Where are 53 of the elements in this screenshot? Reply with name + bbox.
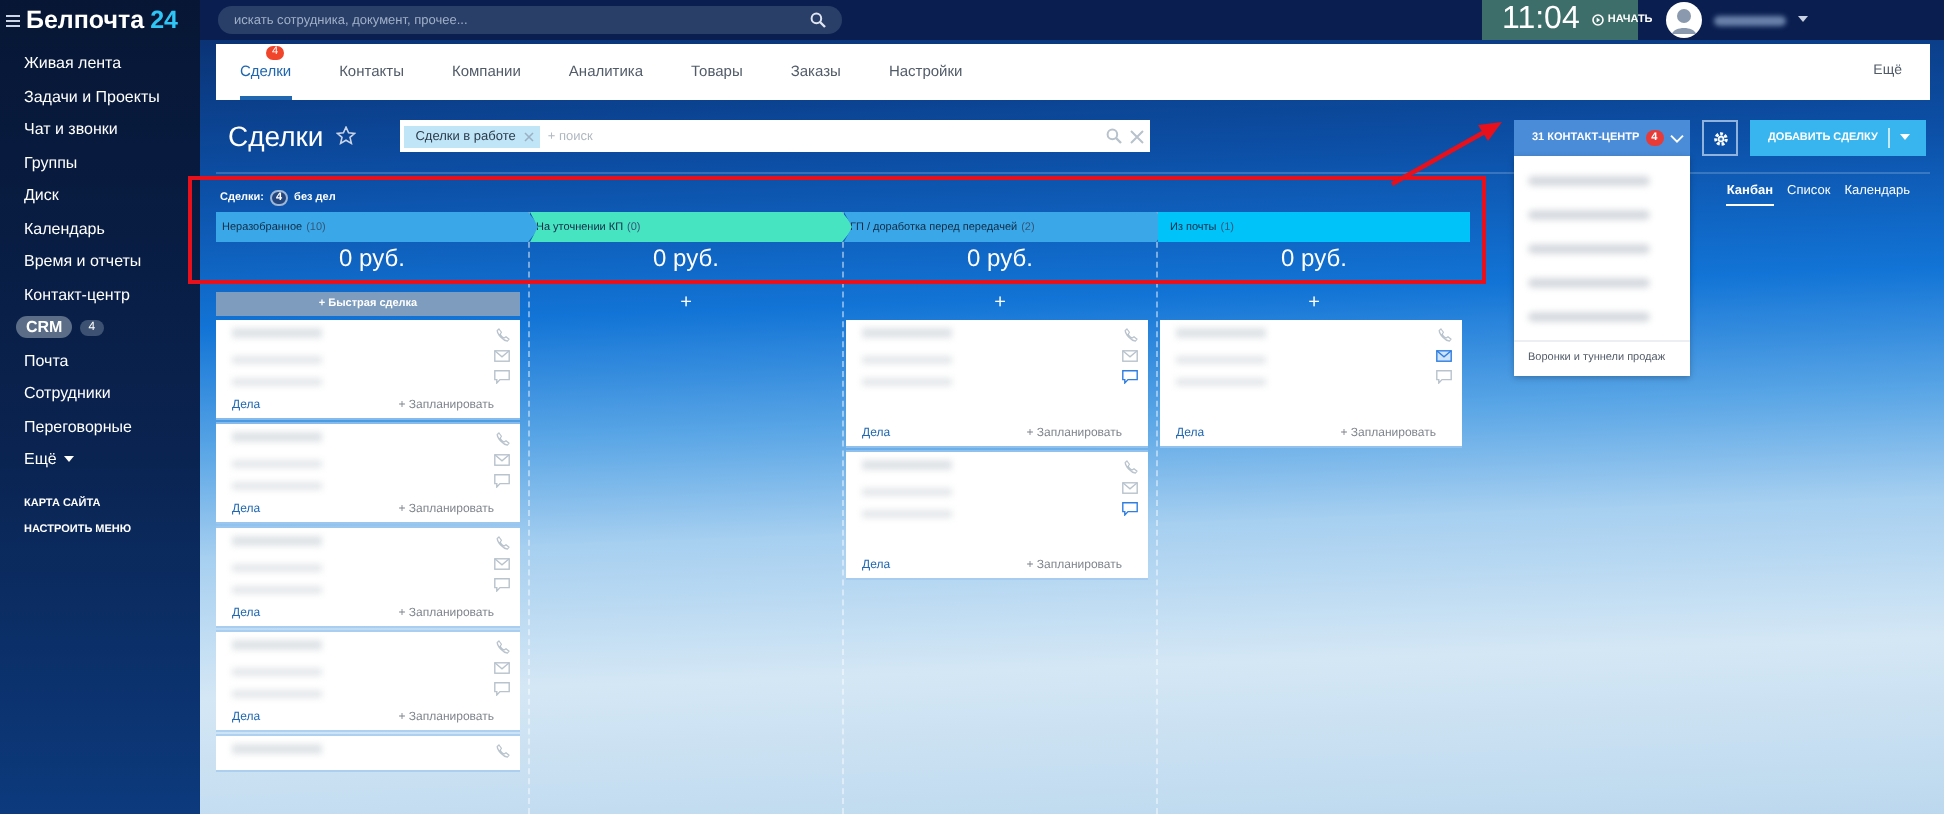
add-button[interactable]: + — [844, 292, 1156, 316]
stage-total: 0 руб. — [1279, 242, 1349, 276]
blurred-menu-item[interactable] — [1528, 312, 1650, 322]
stage-total: 0 руб. — [965, 242, 1035, 276]
caret-icon — [1899, 134, 1910, 142]
play-icon — [1591, 14, 1604, 26]
phone-icon — [1123, 328, 1137, 342]
close-icon — [523, 131, 534, 141]
blurred-name — [1714, 15, 1786, 25]
phone-icon — [495, 640, 509, 654]
sidebar-item[interactable]: Чат и звонки — [24, 120, 118, 138]
sidebar-item[interactable]: Переговорные — [24, 417, 132, 435]
phone-icon — [495, 432, 509, 446]
blurred-menu-item[interactable] — [1528, 244, 1650, 254]
sidebar-item[interactable]: Контакт-центр — [24, 285, 130, 303]
sidebar-item[interactable]: Календарь — [24, 219, 105, 237]
blurred-menu-item[interactable] — [1528, 210, 1650, 220]
chevron-icon — [1669, 133, 1684, 143]
sidebar-item[interactable]: Сотрудники — [24, 384, 111, 402]
phone-icon — [496, 744, 510, 758]
caret-icon — [1798, 16, 1808, 24]
blurred-menu-item[interactable] — [1528, 278, 1650, 288]
sidebar-item[interactable]: Группы — [24, 153, 78, 171]
sidebar-item[interactable]: Диск — [24, 186, 59, 204]
stage-total: 0 руб. — [651, 242, 721, 276]
menu-icon — [6, 13, 20, 27]
blurred-menu-item[interactable] — [1528, 176, 1650, 186]
close-icon — [1129, 129, 1144, 143]
clock-time: 11:04 — [1502, 2, 1580, 38]
logo-text: Белпочта — [26, 6, 145, 34]
avatar-icon — [1666, 2, 1702, 38]
sidebar-item[interactable]: Живая лента — [24, 54, 122, 72]
page-title: Сделки — [228, 120, 324, 152]
phone-icon — [1123, 460, 1137, 474]
add-button[interactable]: + — [1158, 292, 1470, 316]
search-icon — [1105, 128, 1122, 144]
phone-icon — [495, 328, 509, 342]
star-icon[interactable] — [335, 126, 356, 146]
sidebar-item[interactable]: CRM — [16, 316, 73, 338]
phone-icon — [495, 536, 509, 550]
sidebar-item[interactable]: Задачи и Проекты — [24, 87, 160, 105]
sidebar-item[interactable]: Ещё — [24, 450, 57, 468]
add-button[interactable]: + — [530, 292, 842, 316]
logo-number: 24 — [150, 6, 178, 34]
settings-icon — [1711, 129, 1729, 147]
stage-total: 0 руб. — [337, 242, 407, 276]
sidebar-item[interactable]: Время и отчеты — [24, 252, 142, 270]
sidebar-item[interactable]: Почта — [24, 351, 69, 369]
deal-card[interactable] — [216, 736, 520, 770]
blurred-text — [232, 744, 322, 754]
settings-button[interactable] — [1702, 120, 1738, 156]
phone-icon — [1437, 328, 1451, 342]
search-icon — [810, 12, 826, 28]
